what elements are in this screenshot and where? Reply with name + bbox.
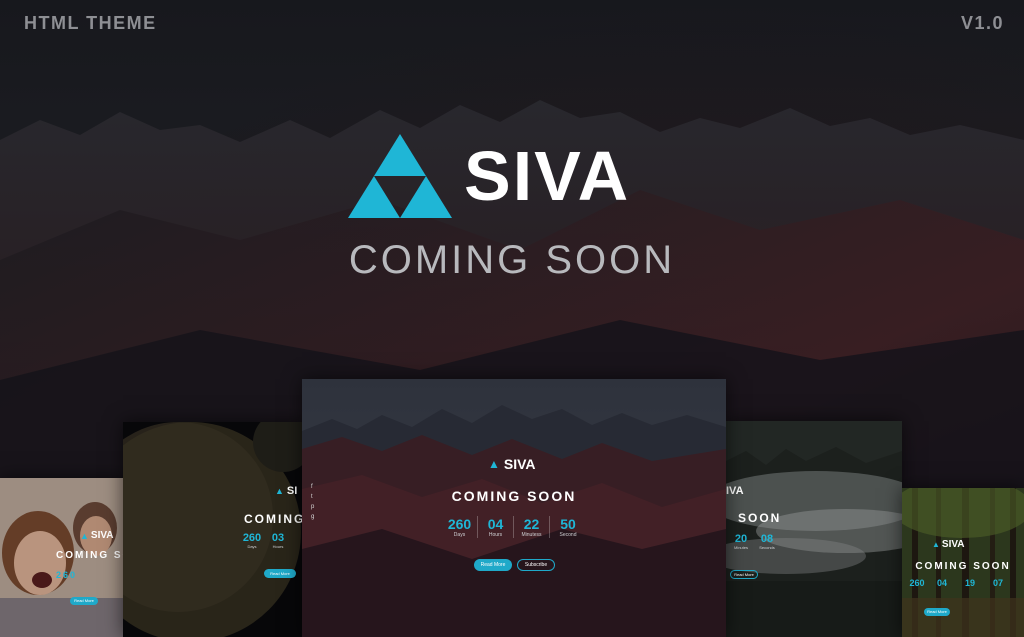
countdown-minutes: 20 Minutes <box>728 533 754 550</box>
countdown-minutes: 19 <box>956 578 984 588</box>
countdown-hours-value: 04 <box>487 516 504 532</box>
countdown-minutes-label: Minutess <box>521 532 542 538</box>
preview-planet: ▲ SI COMING 260 Days 03 Hours Read More <box>123 422 308 637</box>
countdown-hours: 03 Hours <box>265 532 291 549</box>
countdown-seconds-value: 50 <box>560 516 576 532</box>
preview-fog: IVA SOON 20 Minutes 08 Seconds Read More <box>726 421 902 637</box>
preview-forest-title: COMING SOON <box>915 561 1011 572</box>
countdown-minutes-value: 19 <box>964 578 975 588</box>
preview-forest: ▲ SIVA COMING SOON 260 04 19 07 Read Mor… <box>902 488 1024 637</box>
preview-main-subscribe-button[interactable]: Subscribe <box>517 559 555 571</box>
preview-planet-logo: ▲ SI <box>275 485 297 497</box>
preview-people-title: COMING SO <box>56 550 127 561</box>
countdown-minutes: 22 Minutess <box>514 516 550 538</box>
preview-people: ▲ SIVA COMING SO 260 Read More <box>0 478 127 637</box>
brand-logo: SIVA <box>348 132 688 222</box>
countdown-days: 260 Days <box>239 532 265 549</box>
countdown-days-label: Days <box>453 532 466 538</box>
triangle-icon: ▲ <box>488 457 500 471</box>
coming-soon-heading: COMING SOON <box>348 238 676 282</box>
triangle-icon: ▲ <box>80 530 89 541</box>
planet-photo <box>123 422 308 637</box>
countdown-seconds-label: Second <box>559 532 577 538</box>
preview-planet-countdown: 260 Days 03 Hours <box>239 532 291 549</box>
version-label: V1.0 <box>960 13 1004 33</box>
countdown-days: 260 <box>906 578 928 588</box>
fog-photo <box>726 421 902 637</box>
countdown-days-value: 260 <box>242 532 262 544</box>
preview-forest-read-more-button[interactable]: Read More <box>924 608 950 616</box>
countdown-seconds: 50 Second <box>550 516 586 538</box>
preview-people-read-more-button[interactable]: Read More <box>70 597 98 605</box>
google-plus-icon[interactable]: g <box>311 512 314 522</box>
preview-planet-logo-text: SI <box>286 485 298 497</box>
countdown-hours-value: 03 <box>271 532 285 544</box>
countdown-seconds: 08 Seconds <box>754 533 780 550</box>
countdown-minutes-value: 20 <box>734 533 748 545</box>
countdown-seconds-label: Seconds <box>759 545 775 550</box>
countdown-hours-label: Hours <box>488 532 503 538</box>
preview-forest-logo: ▲ SIVA <box>932 539 965 550</box>
countdown-seconds: 07 <box>984 578 1012 588</box>
hero-banner: HTML THEME V1.0 SIVA COMING SOON ▲ SIVA … <box>0 0 1024 637</box>
countdown-hours-label: Hours <box>272 544 284 549</box>
countdown-seconds-value: 08 <box>760 533 774 545</box>
preview-main-logo-text: SIVA <box>503 456 536 472</box>
preview-fog-countdown: 20 Minutes 08 Seconds <box>728 533 780 550</box>
preview-main-logo: ▲ SIVA <box>488 456 536 472</box>
countdown-days: 260 Days <box>442 516 478 538</box>
html-theme-label: HTML THEME <box>24 13 157 33</box>
countdown-hours: 04 Hours <box>478 516 514 538</box>
preview-planet-read-more-button[interactable]: Read More <box>264 569 296 578</box>
preview-main-countdown: 260 Days 04 Hours 22 Minutess 50 Second <box>442 516 586 538</box>
preview-planet-title: COMING <box>244 512 306 526</box>
preview-people-logo-text: SIVA <box>90 530 114 541</box>
preview-people-logo: ▲ SIVA <box>80 530 114 541</box>
preview-forest-countdown: 260 04 19 07 <box>906 578 1012 588</box>
preview-fog-logo: IVA <box>726 485 744 497</box>
countdown-minutes-label: Minutes <box>733 545 748 550</box>
preview-main-read-more-button[interactable]: Read More <box>474 559 512 571</box>
countdown-days-value: 260 <box>909 578 925 588</box>
triangle-icon: ▲ <box>275 486 284 496</box>
preview-forest-logo-text: SIVA <box>941 539 965 550</box>
countdown-days-value: 260 <box>447 516 472 532</box>
countdown-minutes-value: 22 <box>523 516 540 532</box>
preview-fog-title: SOON <box>738 511 782 525</box>
triangle-icon: ▲ <box>932 540 940 549</box>
preview-main: f t p g ▲ SIVA COMING SOON 260 Days 04 H… <box>302 379 726 637</box>
mountain-photo <box>302 379 726 637</box>
preview-fog-read-more-button[interactable]: Read More <box>730 570 758 579</box>
triforce-triangle-icon <box>348 134 452 218</box>
countdown-hours: 04 <box>928 578 956 588</box>
preview-main-title: COMING SOON <box>451 488 577 504</box>
brand-name: SIVA <box>464 137 631 215</box>
countdown-days-label: Days <box>247 544 257 549</box>
countdown-hours-value: 04 <box>936 578 947 588</box>
preview-people-countdown: 260 <box>56 570 78 580</box>
countdown-seconds-value: 07 <box>992 578 1003 588</box>
